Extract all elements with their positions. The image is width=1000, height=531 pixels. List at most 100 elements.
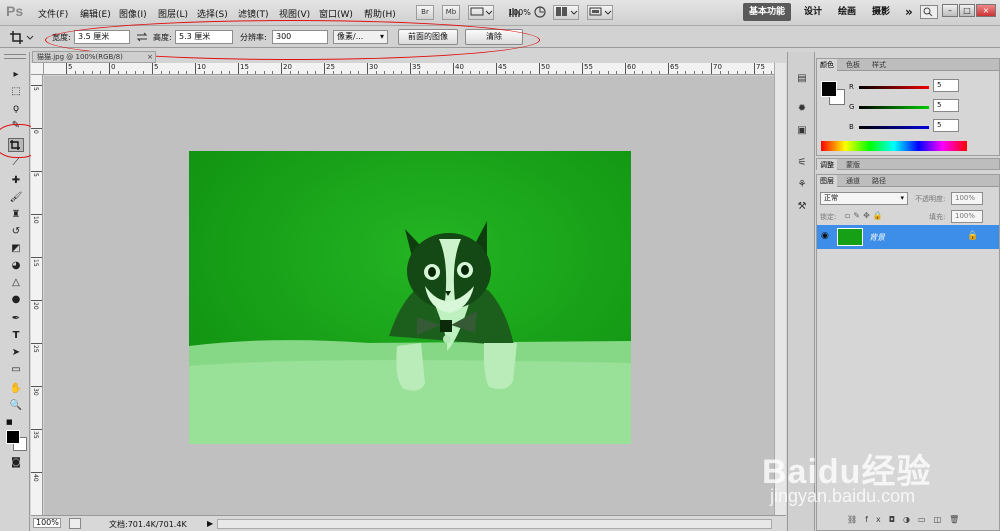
opacity-input[interactable]: 100% [951,192,983,205]
red-value-input[interactable]: 5 [933,79,959,92]
ruler-minor-tick [160,71,162,74]
crop-tool-preset-picker[interactable] [8,29,34,45]
ruler-minor-tick [91,71,93,74]
rectangle-tool-icon[interactable]: ▭ [8,363,24,377]
type-tool-icon[interactable]: T [8,329,24,343]
restore-button[interactable]: □ [959,4,975,17]
ruler-tick [31,85,42,86]
menu-select[interactable]: 选择(S) [197,7,228,20]
menu-layer[interactable]: 图层(L) [158,7,188,20]
tool-presets-panel-icon[interactable]: ⚒ [795,200,809,214]
ruler-tick [668,63,669,74]
status-info-icon[interactable] [69,518,81,529]
info-panel-icon[interactable]: ▣ [795,124,809,138]
menu-help[interactable]: 帮助(H) [364,7,396,20]
workspace-painting[interactable]: 绘画 [832,3,862,21]
screen-mode-button[interactable] [587,5,613,20]
paint-bucket-tool-icon[interactable]: ◕ [8,259,24,273]
eraser-tool-icon[interactable]: ◩ [8,242,24,256]
green-slider[interactable] [859,106,929,109]
workspace-design[interactable]: 设计 [798,3,828,21]
pen-tool-icon[interactable]: ✒ [8,312,24,326]
quick-mask-icon[interactable]: ◙ [8,456,24,470]
marquee-tool-icon[interactable]: ⬚ [8,85,24,99]
screen-mode-icon [589,7,612,16]
ruler-minor-tick [255,71,257,74]
ruler-minor-tick [375,71,377,74]
clone-source-panel-icon[interactable]: ⚘ [795,178,809,192]
horizontal-scrollbar[interactable] [217,519,772,529]
workspace-essentials[interactable]: 基本功能 [743,3,792,21]
menu-window[interactable]: 窗口(W) [319,7,353,20]
navigator-panel-icon[interactable]: ✹ [795,102,809,116]
minimize-button[interactable]: – [942,4,958,17]
ruler-minor-tick [736,71,738,74]
lasso-tool-icon[interactable]: ϙ [8,102,24,116]
menu-filter[interactable]: 滤镜(T) [238,7,269,20]
eye-icon[interactable]: ◉ [821,231,829,241]
green-value-input[interactable]: 5 [933,99,959,112]
history-brush-tool-icon[interactable]: ↺ [8,225,24,239]
ruler-origin[interactable] [31,63,44,75]
close-document-icon[interactable]: × [147,52,153,62]
vertical-ruler[interactable]: 5051015202530354045 [31,75,43,515]
blue-slider[interactable] [859,126,929,129]
path-selection-tool-icon[interactable]: ➤ [8,346,24,360]
zoom-level[interactable]: 100% [508,8,531,17]
color-spectrum-ramp[interactable] [821,141,967,151]
ruler-minor-tick [513,71,515,74]
layer-row-background[interactable]: ◉ 背景 🔒 [817,225,999,249]
ruler-label: 40 [32,474,39,482]
tab-swatches[interactable]: 色板 [843,59,863,71]
blend-mode-select[interactable]: 正常 ▾ [820,192,908,205]
menu-image[interactable]: 图像(I) [119,7,147,20]
view-extras-button[interactable] [468,5,494,20]
brush-tool-icon[interactable]: 🖌 [8,191,24,205]
lock-icons[interactable]: ▫✎✥🔒 [845,211,886,220]
status-menu-icon[interactable]: ▶ [207,519,213,528]
ruler-tick [31,128,42,129]
close-button[interactable]: × [976,4,996,17]
workspace-more[interactable]: » [899,3,919,21]
blur-tool-icon[interactable]: △ [8,276,24,290]
dodge-tool-icon[interactable]: ● [8,293,24,307]
blue-value-input[interactable]: 5 [933,119,959,132]
ruler-minor-tick [616,71,618,74]
tab-styles[interactable]: 样式 [869,59,889,71]
rotate-view-icon[interactable] [530,5,550,19]
hand-tool-icon[interactable]: ✋ [8,382,24,396]
ruler-minor-tick [771,71,773,74]
fill-input[interactable]: 100% [951,210,983,223]
tab-layers[interactable]: 图层 [817,175,837,187]
search-help-field[interactable] [920,5,938,19]
mini-bridge-button[interactable]: Mb [442,5,460,20]
tab-channels[interactable]: 通道 [843,175,863,187]
bridge-button[interactable]: Br [416,5,434,20]
default-colors-icon[interactable]: ■ [6,418,14,426]
menu-view[interactable]: 视图(V) [279,7,310,20]
menu-file[interactable]: 文件(F) [38,7,68,20]
tab-masks[interactable]: 蒙版 [843,159,863,171]
workspace-photography[interactable]: 摄影 [866,3,896,21]
ruler-minor-tick [401,71,403,74]
document-tab[interactable]: 猫猫.jpg @ 100%(RGB/8) × [32,51,156,63]
tab-paths[interactable]: 路径 [869,175,889,187]
arrange-documents-button[interactable] [553,5,579,20]
eyedropper-tool-icon[interactable]: ⟋ [8,156,24,170]
menu-edit[interactable]: 编辑(E) [80,7,111,20]
tab-color[interactable]: 颜色 [817,59,837,71]
foreground-color-swatch[interactable] [6,430,20,444]
tab-adjustments[interactable]: 调整 [817,159,837,171]
healing-brush-tool-icon[interactable]: ✚ [8,174,24,188]
red-slider[interactable] [859,86,929,89]
clone-stamp-tool-icon[interactable]: ♜ [8,208,24,222]
brush-panel-icon[interactable]: ⚟ [795,156,809,170]
move-tool-icon[interactable]: ▸ [8,68,24,82]
layers-footer-icons[interactable]: ⛓fx◘◑▭◫🗑 [847,515,967,524]
status-zoom-field[interactable]: 100% [33,518,61,528]
horizontal-ruler[interactable]: 5 0 5 10 15 20 25 30 35 40 45 50 55 60 65 70 75 [44,63,774,75]
history-panel-icon[interactable]: ▤ [795,72,809,86]
zoom-tool-icon[interactable]: 🔍 [8,399,24,413]
color-foreground-swatch[interactable] [821,81,837,97]
cat-photo-canvas[interactable] [189,151,631,444]
